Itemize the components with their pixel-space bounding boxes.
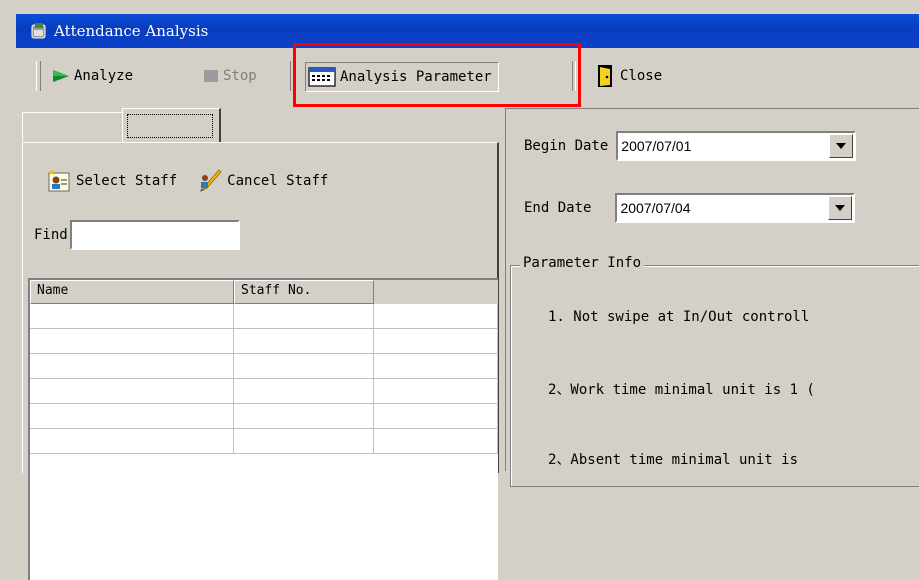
info-line: 2、Work time minimal unit is 1 ( xyxy=(548,382,815,398)
close-label: Close xyxy=(620,68,663,84)
begin-date-row: Begin Date 2007/07/01 xyxy=(524,131,857,161)
column-header-empty xyxy=(374,280,498,304)
toolbar-grip[interactable] xyxy=(36,61,41,91)
end-date-row: End Date 2007/07/04 xyxy=(524,193,856,223)
find-input[interactable] xyxy=(69,220,240,250)
tab-active[interactable] xyxy=(122,108,221,143)
table-cell[interactable] xyxy=(234,379,374,404)
tab-strip xyxy=(22,108,500,144)
column-header-name[interactable]: Name xyxy=(30,280,234,304)
grid-header: Name Staff No. xyxy=(30,280,498,304)
table-cell[interactable] xyxy=(30,354,234,379)
table-row[interactable] xyxy=(30,404,498,429)
table-cell[interactable] xyxy=(234,354,374,379)
parameter-panel: Begin Date 2007/07/01 End Date 2007/07/0… xyxy=(505,108,919,487)
chevron-down-icon xyxy=(835,205,846,211)
table-cell[interactable] xyxy=(30,404,234,429)
table-cell[interactable] xyxy=(374,329,498,354)
table-cell[interactable] xyxy=(30,329,234,354)
begin-date-dropdown-button[interactable] xyxy=(829,134,854,158)
info-line: 2、Absent time minimal unit is xyxy=(548,452,799,468)
table-row[interactable] xyxy=(30,304,498,329)
table-cell[interactable] xyxy=(234,429,374,454)
end-date-label: End Date xyxy=(524,200,592,216)
table-cell[interactable] xyxy=(374,304,498,329)
table-cell[interactable] xyxy=(374,404,498,429)
staff-actions: Select Staff Cancel Staff xyxy=(46,168,348,194)
end-date-dropdown-button[interactable] xyxy=(828,196,853,220)
table-cell[interactable] xyxy=(30,379,234,404)
play-arrow-icon xyxy=(53,70,69,82)
table-row[interactable] xyxy=(30,379,498,404)
staff-panel: Select Staff Cancel Staff Find Name Staf… xyxy=(22,108,500,580)
table-cell[interactable] xyxy=(374,354,498,379)
find-label: Find xyxy=(34,227,68,243)
table-row[interactable] xyxy=(30,354,498,379)
begin-date-value: 2007/07/01 xyxy=(621,138,692,154)
table-cell[interactable] xyxy=(234,404,374,429)
cancel-staff-label: Cancel Staff xyxy=(227,173,329,189)
column-header-staff-no[interactable]: Staff No. xyxy=(234,280,374,304)
table-cell[interactable] xyxy=(30,304,234,329)
select-staff-label: Select Staff xyxy=(76,173,178,189)
app-icon xyxy=(31,23,46,39)
table-cell[interactable] xyxy=(30,429,234,454)
stop-button[interactable]: Stop xyxy=(203,62,257,90)
cancel-staff-button[interactable]: Cancel Staff xyxy=(197,168,328,194)
analyze-button[interactable]: Analyze xyxy=(52,62,133,90)
select-staff-button[interactable]: Select Staff xyxy=(46,168,177,194)
info-line: 1. Not swipe at In/Out controll xyxy=(548,309,810,325)
stop-label: Stop xyxy=(223,68,257,84)
begin-date-select[interactable]: 2007/07/01 xyxy=(616,131,857,161)
select-staff-icon xyxy=(48,170,70,192)
chevron-down-icon xyxy=(836,143,847,149)
end-date-select[interactable]: 2007/07/04 xyxy=(615,193,856,223)
exit-door-icon xyxy=(598,65,612,87)
find-row: Find xyxy=(34,220,240,250)
table-cell[interactable] xyxy=(234,304,374,329)
table-row[interactable] xyxy=(30,429,498,454)
table-cell[interactable] xyxy=(374,379,498,404)
parameter-info-title: Parameter Info xyxy=(520,255,645,271)
highlight-box xyxy=(293,43,581,107)
end-date-value: 2007/07/04 xyxy=(620,200,691,216)
begin-date-label: Begin Date xyxy=(524,138,609,154)
tab-blank[interactable] xyxy=(22,112,124,141)
table-row[interactable] xyxy=(30,329,498,354)
window-title: Attendance Analysis xyxy=(54,22,209,40)
stop-square-icon xyxy=(204,70,218,82)
cancel-staff-icon xyxy=(200,169,222,192)
tab-focus-rect xyxy=(127,114,213,138)
table-cell[interactable] xyxy=(234,329,374,354)
toolbar: Analyze Stop Analysis Parameter Close xyxy=(16,43,919,108)
analyze-label: Analyze xyxy=(74,68,134,84)
table-cell[interactable] xyxy=(374,429,498,454)
staff-grid[interactable]: Name Staff No. xyxy=(28,278,498,580)
close-button[interactable]: Close xyxy=(596,62,662,90)
